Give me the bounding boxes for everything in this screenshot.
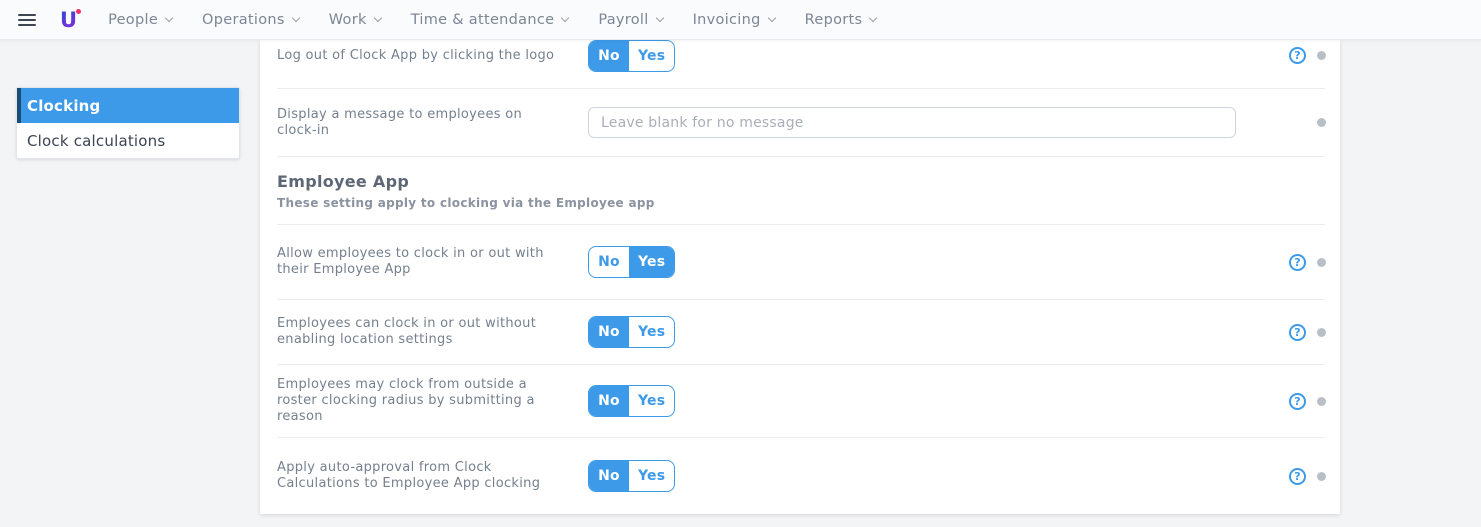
sidebar-item-label: Clock calculations	[27, 132, 165, 150]
nav-item-label: Operations	[202, 12, 285, 28]
sidebar-item-clocking[interactable]: Clocking	[17, 88, 239, 123]
allow-clock-app-toggle[interactable]: No Yes	[588, 246, 675, 278]
setting-row-allow-clock-app: Allow employees to clock in or out with …	[260, 225, 1340, 299]
status-dot-icon	[1317, 472, 1326, 481]
chevron-down-icon	[561, 14, 569, 22]
status-dot-icon	[1317, 51, 1326, 60]
help-icon[interactable]: ?	[1289, 324, 1306, 341]
setting-label: Apply auto-approval from Clock Calculati…	[277, 460, 588, 492]
toggle-no-option[interactable]: No	[589, 41, 629, 71]
chevron-down-icon	[165, 14, 173, 22]
settings-sidebar: Clocking Clock calculations	[16, 87, 240, 159]
nav-item-label: Reports	[805, 12, 863, 28]
setting-label: Display a message to employees on clock-…	[277, 107, 588, 139]
employee-app-section-header: Employee App These setting apply to cloc…	[260, 157, 1340, 224]
status-dot-icon	[1317, 397, 1326, 406]
setting-label: Allow employees to clock in or out with …	[277, 246, 588, 278]
setting-row-outside-radius: Employees may clock from outside a roste…	[260, 365, 1340, 437]
sidebar-item-clock-calculations[interactable]: Clock calculations	[17, 123, 239, 158]
toggle-yes-option[interactable]: Yes	[629, 386, 674, 416]
setting-row-auto-approval: Apply auto-approval from Clock Calculati…	[260, 438, 1340, 514]
setting-row-no-location: Employees can clock in or out without en…	[260, 300, 1340, 364]
section-subtitle: These setting apply to clocking via the …	[277, 196, 655, 210]
toggle-no-option[interactable]: No	[589, 386, 629, 416]
nav-item-people[interactable]: People	[93, 0, 187, 40]
main-nav-menu: People Operations Work Time & attendance…	[93, 0, 891, 40]
status-dot-icon	[1317, 258, 1326, 267]
setting-label: Employees may clock from outside a roste…	[277, 377, 588, 425]
clockin-message-input[interactable]	[588, 107, 1236, 138]
status-dot-icon	[1317, 118, 1326, 127]
hamburger-menu-icon[interactable]	[18, 14, 36, 26]
toggle-no-option[interactable]: No	[589, 317, 629, 347]
nav-item-label: Work	[329, 12, 367, 28]
nav-item-label: Payroll	[598, 12, 648, 28]
setting-row-logout-logo: Log out of Clock App by clicking the log…	[260, 40, 1340, 88]
chevron-down-icon	[869, 14, 877, 22]
setting-label: Employees can clock in or out without en…	[277, 316, 588, 348]
help-icon[interactable]: ?	[1289, 47, 1306, 64]
nav-item-label: People	[108, 12, 158, 28]
logo-letter: U	[60, 8, 77, 32]
outside-radius-toggle[interactable]: No Yes	[588, 385, 675, 417]
logout-logo-toggle[interactable]: No Yes	[588, 40, 675, 72]
help-icon[interactable]: ?	[1289, 468, 1306, 485]
setting-label: Log out of Clock App by clicking the log…	[277, 48, 588, 64]
nav-item-operations[interactable]: Operations	[187, 0, 314, 40]
no-location-toggle[interactable]: No Yes	[588, 316, 675, 348]
chevron-down-icon	[767, 14, 775, 22]
clocking-settings-panel: Log out of Clock App by clicking the log…	[260, 40, 1340, 514]
section-title: Employee App	[277, 172, 409, 191]
nav-item-time-attendance[interactable]: Time & attendance	[396, 0, 584, 40]
setting-row-clockin-message: Display a message to employees on clock-…	[260, 89, 1340, 156]
toggle-yes-option[interactable]: Yes	[629, 317, 674, 347]
toggle-yes-option[interactable]: Yes	[629, 41, 674, 71]
logo-dot-icon	[76, 9, 81, 14]
toggle-yes-option[interactable]: Yes	[629, 461, 674, 491]
help-icon[interactable]: ?	[1289, 393, 1306, 410]
nav-item-payroll[interactable]: Payroll	[583, 0, 677, 40]
nav-item-work[interactable]: Work	[314, 0, 396, 40]
app-logo[interactable]: U	[60, 9, 77, 31]
chevron-down-icon	[655, 14, 663, 22]
sidebar-item-label: Clocking	[27, 97, 100, 115]
toggle-no-option[interactable]: No	[589, 461, 629, 491]
toggle-no-option[interactable]: No	[589, 247, 629, 277]
chevron-down-icon	[373, 14, 381, 22]
help-icon[interactable]: ?	[1289, 254, 1306, 271]
nav-item-reports[interactable]: Reports	[790, 0, 892, 40]
nav-item-label: Invoicing	[693, 12, 761, 28]
auto-approval-toggle[interactable]: No Yes	[588, 460, 675, 492]
toggle-yes-option[interactable]: Yes	[629, 247, 674, 277]
top-navbar: U People Operations Work Time & attendan…	[0, 0, 1481, 40]
status-dot-icon	[1317, 328, 1326, 337]
chevron-down-icon	[292, 14, 300, 22]
nav-item-invoicing[interactable]: Invoicing	[678, 0, 790, 40]
nav-item-label: Time & attendance	[411, 12, 555, 28]
